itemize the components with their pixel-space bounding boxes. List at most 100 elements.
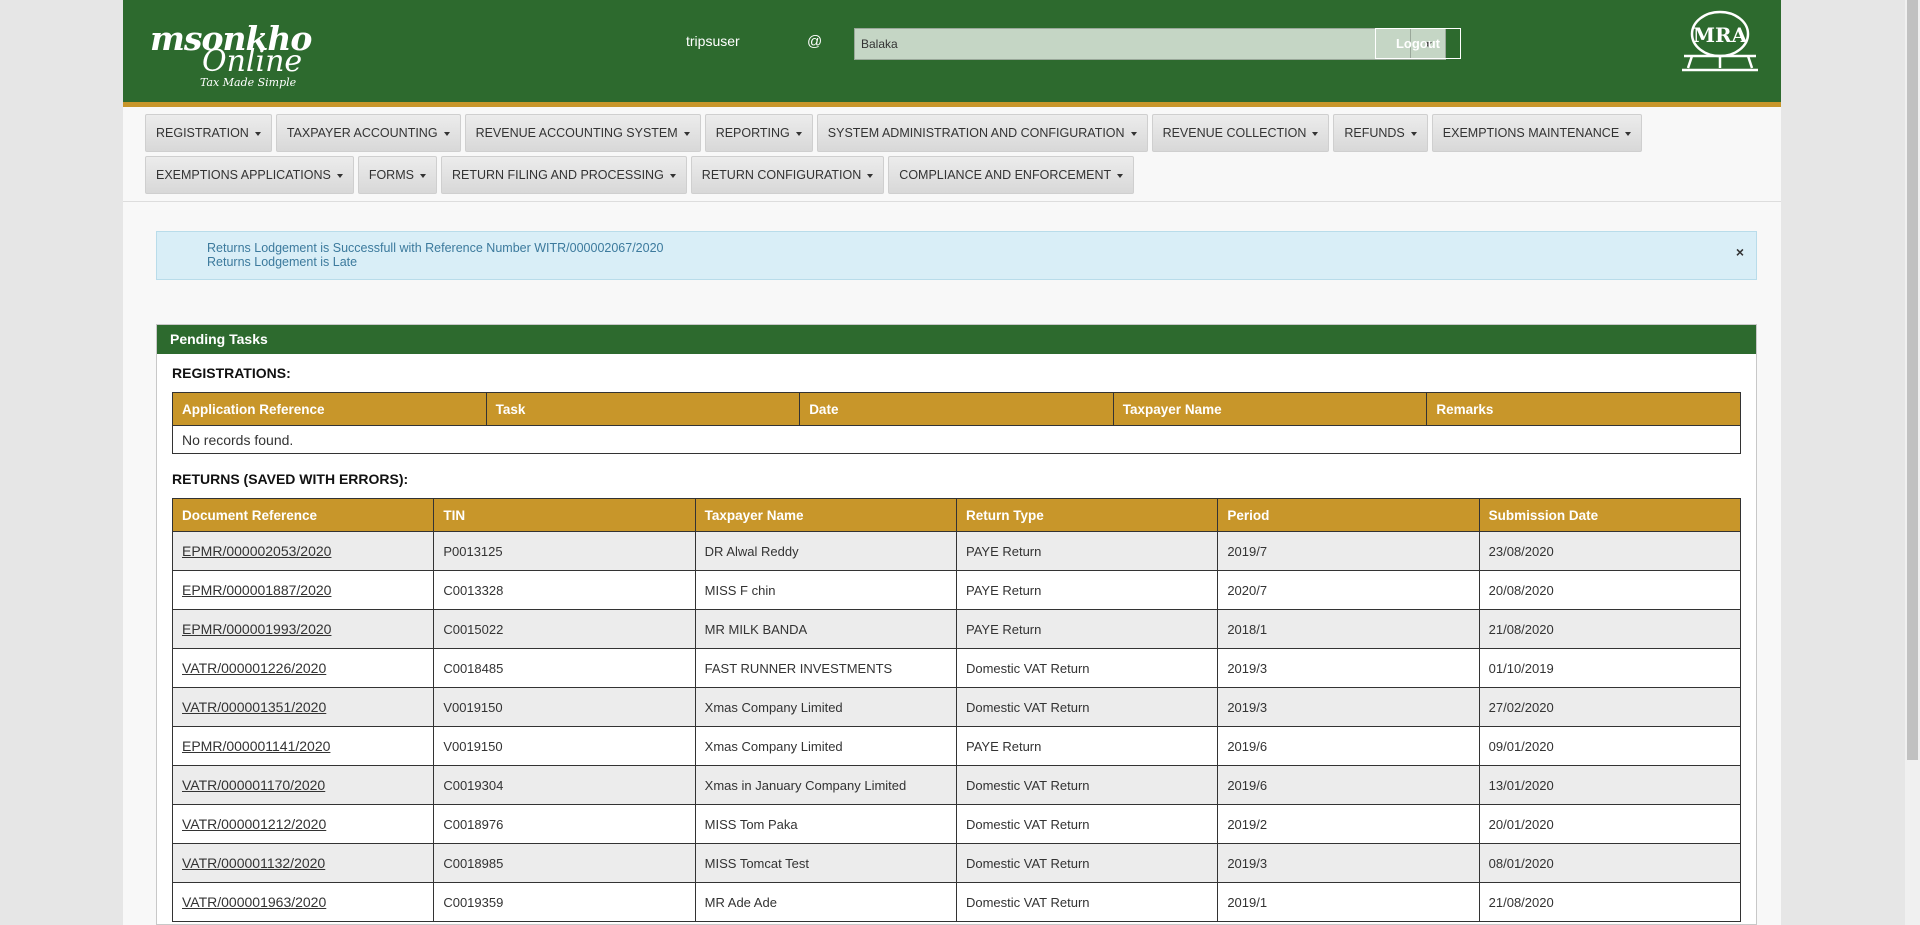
nav-menu-label: TAXPAYER ACCOUNTING bbox=[286, 126, 438, 140]
nav-menu-reporting[interactable]: REPORTING bbox=[704, 114, 813, 152]
table-cell-submission-date: 08/01/2020 bbox=[1478, 843, 1742, 883]
close-icon[interactable]: × bbox=[1736, 244, 1744, 260]
page-scrollbar[interactable] bbox=[1905, 0, 1920, 925]
nav-menu-return-configuration[interactable]: RETURN CONFIGURATION bbox=[690, 156, 885, 194]
table-cell-tin: C0015022 bbox=[433, 609, 696, 649]
branch-select-value: Balaka bbox=[861, 37, 898, 51]
nav-menu-exemptions-maintenance[interactable]: EXEMPTIONS MAINTENANCE bbox=[1431, 114, 1643, 152]
column-header-tin: TIN bbox=[433, 498, 696, 532]
table-row: EPMR/000001993/2020 C0015022 MR MILK BANDA… bbox=[171, 609, 1742, 649]
table-cell-submission-date: 20/08/2020 bbox=[1478, 570, 1742, 610]
table-cell-return-type: PAYE Return bbox=[955, 726, 1219, 766]
table-cell-submission-date: 21/08/2020 bbox=[1478, 882, 1742, 922]
nav-menu-label: COMPLIANCE AND ENFORCEMENT bbox=[899, 168, 1112, 182]
scrollbar-thumb[interactable] bbox=[1907, 0, 1918, 760]
table-row: VATR/000001226/2020 C0018485 FAST RUNNER I… bbox=[171, 648, 1742, 688]
caret-down-icon bbox=[1410, 131, 1417, 136]
column-header-period: Period bbox=[1217, 498, 1480, 532]
table-cell-period: 2020/7 bbox=[1217, 570, 1480, 610]
table-cell-taxpayer-name: MISS Tom Paka bbox=[694, 804, 957, 844]
table-cell-submission-date: 27/02/2020 bbox=[1478, 687, 1742, 727]
table-cell-document-reference: EPMR/000001141/2020 bbox=[171, 726, 435, 766]
document-reference-link[interactable]: VATR/000001226/2020 bbox=[182, 660, 326, 676]
nav-menu-system-administration-and-configuration[interactable]: SYSTEM ADMINISTRATION AND CONFIGURATION bbox=[816, 114, 1148, 152]
no-records-cell: No records found. bbox=[172, 425, 1741, 454]
table-cell-return-type: PAYE Return bbox=[955, 531, 1219, 571]
table-row: VATR/000001132/2020 C0018985 MISS Tomcat T… bbox=[171, 843, 1742, 883]
registrations-table: Application Reference Task Date Taxpayer Na… bbox=[172, 392, 1741, 454]
table-cell-tin: C0018976 bbox=[433, 804, 696, 844]
table-cell-submission-date: 13/01/2020 bbox=[1478, 765, 1742, 805]
column-header-document-reference: Document Reference bbox=[171, 498, 435, 532]
nav-menu-forms[interactable]: FORMS bbox=[357, 156, 437, 194]
caret-down-icon bbox=[683, 131, 690, 136]
table-cell-taxpayer-name: Xmas Company Limited bbox=[694, 687, 957, 727]
document-reference-link[interactable]: VATR/000001132/2020 bbox=[182, 855, 325, 871]
table-cell-period: 2019/2 bbox=[1217, 804, 1480, 844]
document-reference-link[interactable]: VATR/000001170/2020 bbox=[182, 777, 325, 793]
column-header-taxpayer-name: Taxpayer Name bbox=[1112, 392, 1428, 426]
nav-menu-taxpayer-accounting[interactable]: TAXPAYER ACCOUNTING bbox=[275, 114, 461, 152]
table-cell-taxpayer-name: MR MILK BANDA bbox=[694, 609, 957, 649]
table-cell-taxpayer-name: Xmas Company Limited bbox=[694, 726, 957, 766]
nav-menu-label: RETURN FILING AND PROCESSING bbox=[451, 168, 664, 182]
table-cell-document-reference: VATR/000001963/2020 bbox=[171, 882, 435, 922]
logout-button[interactable]: Logout bbox=[1375, 28, 1461, 59]
table-cell-period: 2019/1 bbox=[1217, 882, 1480, 922]
table-cell-return-type: Domestic VAT Return bbox=[955, 765, 1219, 805]
nav-menu-exemptions-applications[interactable]: EXEMPTIONS APPLICATIONS bbox=[145, 156, 354, 194]
table-row: VATR/000001351/2020 V0019150 Xmas Company … bbox=[171, 687, 1742, 727]
nav-menu-revenue-collection[interactable]: REVENUE COLLECTION bbox=[1151, 114, 1330, 152]
table-row: EPMR/000001141/2020 V0019150 Xmas Company … bbox=[171, 726, 1742, 766]
nav-menu-label: REFUNDS bbox=[1344, 126, 1405, 140]
document-reference-link[interactable]: EPMR/000001993/2020 bbox=[182, 621, 331, 637]
nav-row-2: EXEMPTIONS APPLICATIONS FORMS RETURN FILIN… bbox=[145, 156, 1755, 194]
msonkho-logo[interactable]: msonkho Online Tax Made Simple bbox=[150, 22, 312, 89]
table-cell-return-type: PAYE Return bbox=[955, 609, 1219, 649]
returns-table: Document Reference TIN Taxpayer Name Return… bbox=[171, 498, 1742, 922]
nav-menu-compliance-and-enforcement[interactable]: COMPLIANCE AND ENFORCEMENT bbox=[888, 156, 1135, 194]
mra-seal-text: MRA bbox=[1693, 23, 1748, 47]
caret-down-icon bbox=[795, 131, 802, 136]
table-cell-return-type: Domestic VAT Return bbox=[955, 882, 1219, 922]
table-cell-return-type: PAYE Return bbox=[955, 570, 1219, 610]
document-reference-link[interactable]: EPMR/000002053/2020 bbox=[182, 543, 331, 559]
nav-menu-return-filing-and-processing[interactable]: RETURN FILING AND PROCESSING bbox=[440, 156, 687, 194]
table-cell-taxpayer-name: MISS Tomcat Test bbox=[694, 843, 957, 883]
alert-message-success: Returns Lodgement is Successfull with Re… bbox=[207, 241, 664, 255]
registrations-title: REGISTRATIONS: bbox=[172, 365, 291, 381]
page-container: msonkho Online Tax Made Simple tripsuser… bbox=[123, 0, 1781, 925]
table-cell-return-type: Domestic VAT Return bbox=[955, 804, 1219, 844]
nav-menu-label: FORMS bbox=[368, 168, 414, 182]
column-header-return-type: Return Type bbox=[955, 498, 1219, 532]
column-header-remarks: Remarks bbox=[1426, 392, 1741, 426]
table-row: VATR/000001963/2020 C0019359 MR Ade Ade Dom… bbox=[171, 882, 1742, 922]
caret-down-icon bbox=[1625, 131, 1632, 136]
nav-menu-revenue-accounting-system[interactable]: REVENUE ACCOUNTING SYSTEM bbox=[464, 114, 701, 152]
caret-down-icon bbox=[669, 173, 676, 178]
table-cell-period: 2019/7 bbox=[1217, 531, 1480, 571]
main-navigation: REGISTRATION TAXPAYER ACCOUNTING REVENUE A… bbox=[145, 114, 1755, 198]
caret-down-icon bbox=[254, 131, 261, 136]
caret-down-icon bbox=[443, 131, 450, 136]
nav-row-1: REGISTRATION TAXPAYER ACCOUNTING REVENUE A… bbox=[145, 114, 1755, 152]
nav-menu-label: EXEMPTIONS MAINTENANCE bbox=[1442, 126, 1620, 140]
nav-menu-registration[interactable]: REGISTRATION bbox=[145, 114, 272, 152]
table-cell-taxpayer-name: Xmas in January Company Limited bbox=[694, 765, 957, 805]
column-header-date: Date bbox=[799, 392, 1114, 426]
table-cell-document-reference: EPMR/000002053/2020 bbox=[171, 531, 435, 571]
document-reference-link[interactable]: VATR/000001212/2020 bbox=[182, 816, 326, 832]
table-cell-tin: C0018985 bbox=[433, 843, 696, 883]
table-cell-document-reference: VATR/000001170/2020 bbox=[171, 765, 435, 805]
table-cell-tin: C0019304 bbox=[433, 765, 696, 805]
table-cell-document-reference: VATR/000001132/2020 bbox=[171, 843, 435, 883]
branch-select[interactable]: Balaka bbox=[854, 28, 1446, 60]
nav-menu-refunds[interactable]: REFUNDS bbox=[1333, 114, 1428, 152]
nav-menu-label: REVENUE ACCOUNTING SYSTEM bbox=[475, 126, 678, 140]
table-cell-return-type: Domestic VAT Return bbox=[955, 843, 1219, 883]
document-reference-link[interactable]: EPMR/000001887/2020 bbox=[182, 582, 331, 598]
document-reference-link[interactable]: VATR/000001351/2020 bbox=[182, 699, 326, 715]
document-reference-link[interactable]: VATR/000001963/2020 bbox=[182, 894, 326, 910]
document-reference-link[interactable]: EPMR/000001141/2020 bbox=[182, 738, 330, 754]
table-row: VATR/000001212/2020 C0018976 MISS Tom Paka… bbox=[171, 804, 1742, 844]
